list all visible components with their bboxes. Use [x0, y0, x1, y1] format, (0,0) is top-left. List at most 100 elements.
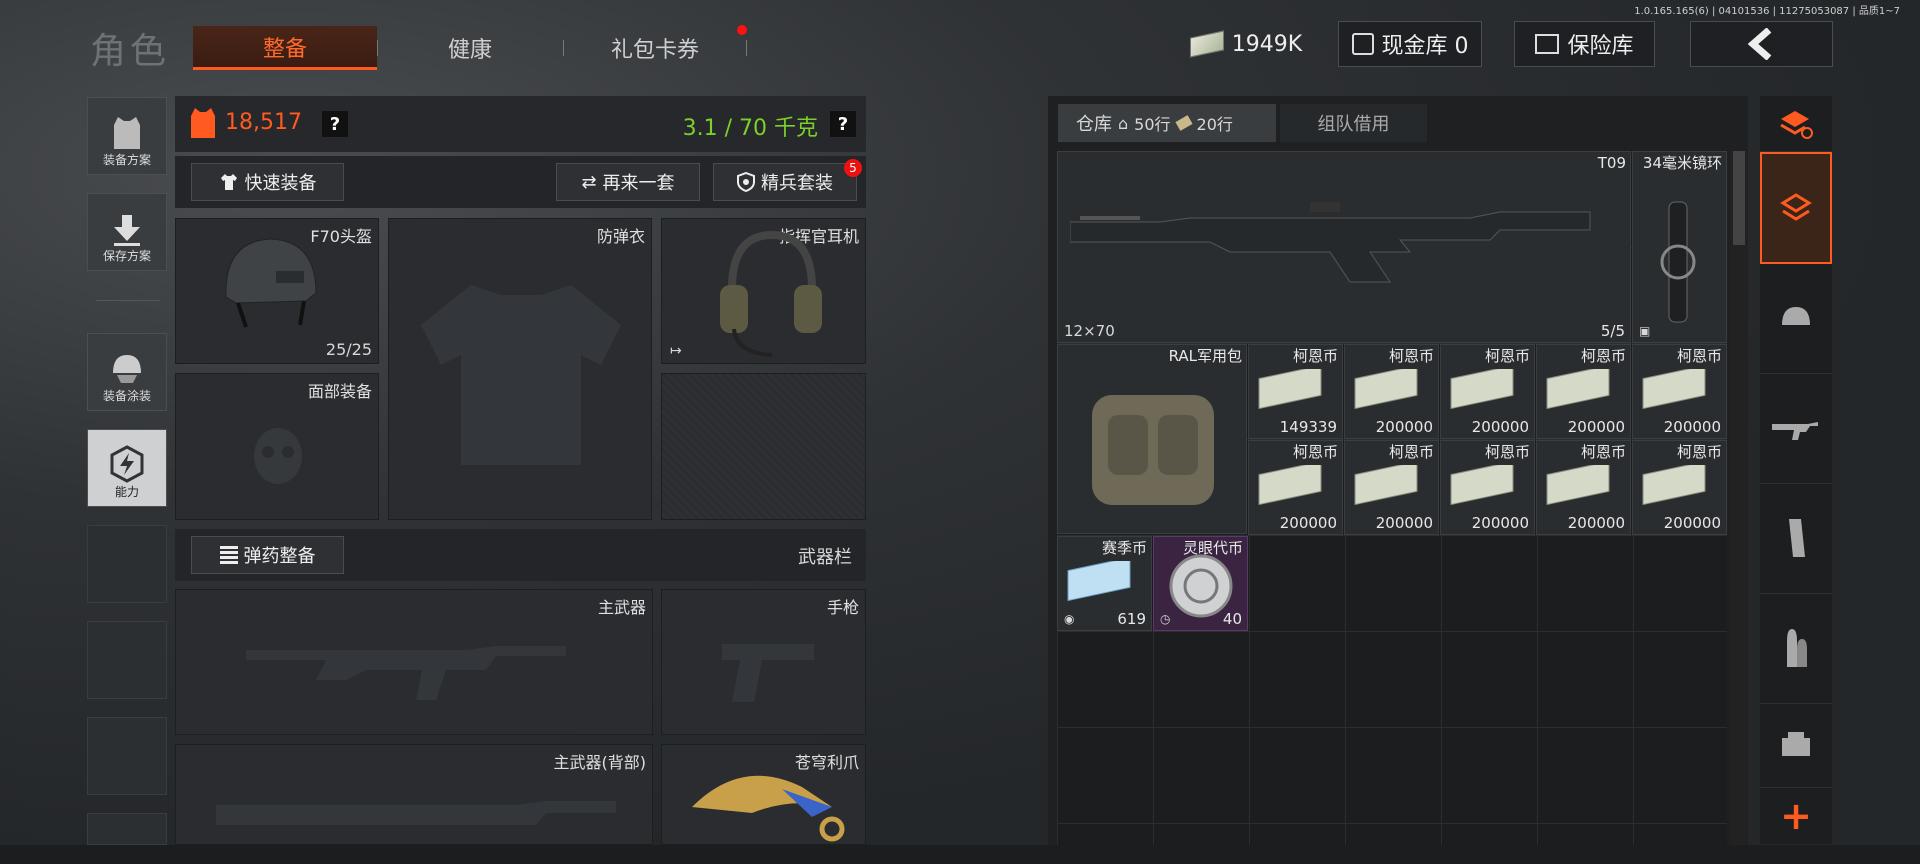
elite-badge: 5	[844, 159, 862, 177]
pistol-slot[interactable]: 手枪	[661, 589, 866, 735]
token-item[interactable]: 灵眼代币 ◷ 40	[1153, 536, 1248, 631]
season-coin-item[interactable]: 赛季币 ◉ 619	[1057, 536, 1152, 631]
tab-divider	[377, 40, 378, 56]
weapons-label: 武器栏	[798, 547, 852, 568]
slot-label: 主武器	[597, 598, 646, 617]
backpack-item[interactable]: RAL军用包	[1057, 344, 1247, 534]
nav-label: 保存方案	[102, 249, 151, 263]
inventory-scrollbar[interactable]	[1731, 151, 1747, 845]
cash-stack-icon	[1354, 465, 1418, 506]
money-item[interactable]: 柯恩币 200000	[1344, 344, 1439, 439]
ability-button[interactable]: 能力	[87, 429, 167, 507]
item-name: T09	[1597, 154, 1626, 172]
primary-back-slot[interactable]: 主武器(背部)	[175, 744, 653, 845]
weight-help-button[interactable]: ?	[830, 111, 856, 137]
layers-refresh-icon	[1780, 110, 1813, 139]
empty-slot	[87, 525, 167, 603]
again-label: 再来一套	[602, 173, 675, 194]
tab-gift[interactable]: 礼包卡券	[566, 26, 744, 70]
money-item[interactable]: 柯恩币 200000	[1440, 344, 1535, 439]
money-item[interactable]: 柯恩币 200000	[1632, 344, 1727, 439]
bottom-bar	[0, 845, 1920, 864]
scroll-thumb[interactable]	[1733, 151, 1745, 245]
warehouse-label: 仓库	[1076, 114, 1112, 135]
back-button[interactable]	[1690, 21, 1833, 67]
slot-label: 手枪	[826, 598, 859, 617]
filter-attachment-button[interactable]	[1760, 704, 1832, 788]
cash-stack-icon	[1546, 465, 1610, 506]
item-name: 柯恩币	[1484, 443, 1530, 461]
pistol-placeholder-icon	[722, 644, 814, 702]
face-slot[interactable]: 面部装备	[175, 373, 379, 520]
scope-ring-item[interactable]: 34毫米镜环 ▣	[1632, 151, 1727, 343]
plus-icon: +	[1780, 794, 1812, 838]
slot-label: 主武器(背部)	[553, 753, 647, 772]
cash-vault-label: 现金库 0	[1381, 34, 1469, 59]
empty-equip-slot	[661, 373, 866, 520]
tab-health[interactable]: 健康	[380, 26, 560, 70]
value-help-button[interactable]: ?	[322, 111, 348, 137]
sort-button[interactable]	[1760, 96, 1832, 152]
team-borrow-tab[interactable]: 组队借用	[1280, 104, 1427, 142]
quick-equip-button[interactable]: 快速装备	[191, 163, 344, 201]
cash-stack-icon	[1258, 369, 1322, 410]
loadout-value: 18,517	[225, 110, 302, 135]
build-info: 1.0.165.165(6) | 04101536 | 11275053087 …	[1634, 6, 1900, 17]
mask-placeholder-icon	[254, 428, 302, 484]
currency-display: 1949K	[1186, 21, 1306, 67]
money-item[interactable]: 柯恩币 200000	[1248, 440, 1343, 535]
again-button[interactable]: ⇄ 再来一套	[556, 163, 700, 201]
cash-stack-icon	[1354, 369, 1418, 410]
gun-count: 5/5	[1600, 322, 1625, 340]
nav-label: 装备涂装	[102, 389, 151, 403]
item-name: 柯恩币	[1676, 347, 1722, 365]
rifle-back-placeholder-icon	[216, 801, 616, 825]
ammo-prep-label: 弹药整备	[243, 546, 316, 567]
rows2-count: 20行	[1196, 115, 1233, 134]
money-item[interactable]: 柯恩币 149339	[1248, 344, 1343, 439]
money-item[interactable]: 柯恩币 200000	[1632, 440, 1727, 535]
headset-slot[interactable]: 指挥官耳机 ↦	[661, 218, 866, 364]
filter-gear-button[interactable]	[1760, 264, 1832, 374]
melee-slot[interactable]: 苍穹利爪	[661, 744, 866, 845]
money-item[interactable]: 柯恩币 200000	[1536, 440, 1631, 535]
loadout-summary-bar: 18,517 ? 3.1 / 70 千克 ?	[175, 96, 866, 152]
item-count: 40	[1222, 610, 1242, 628]
armor-placeholder-icon	[421, 285, 621, 465]
item-count: 200000	[1663, 418, 1721, 436]
vault-icon	[1351, 33, 1374, 55]
armor-slot[interactable]: 防弹衣	[388, 218, 652, 520]
item-name: 柯恩币	[1388, 347, 1434, 365]
all-items-icon	[1780, 193, 1812, 221]
filter-ammo-button[interactable]	[1760, 594, 1832, 704]
loadout-plan-button[interactable]: 装备方案	[87, 97, 167, 175]
paint-button[interactable]: 装备涂装	[87, 333, 167, 411]
helmet-slot[interactable]: F70头盔 25/25	[175, 218, 379, 364]
filter-magazine-button[interactable]	[1760, 484, 1832, 594]
item-name: 柯恩币	[1676, 443, 1722, 461]
helmet-paint-icon	[113, 355, 141, 383]
weapon-bar: 弹药整备 武器栏	[175, 529, 866, 581]
item-name: 柯恩币	[1292, 443, 1338, 461]
tab-equip[interactable]: 整备	[193, 26, 377, 70]
gun-item[interactable]: T09 12×70 5/5	[1057, 151, 1631, 343]
filter-all-button[interactable]	[1760, 152, 1832, 264]
add-filter-button[interactable]: +	[1760, 788, 1832, 844]
money-item[interactable]: 柯恩币 200000	[1440, 440, 1535, 535]
elite-label: 精兵套装	[761, 173, 833, 194]
elite-set-button[interactable]: 精兵套装	[713, 163, 857, 201]
primary-weapon-slot[interactable]: 主武器	[175, 589, 653, 735]
warehouse-tab[interactable]: 仓库 ⌂ 50行 20行	[1058, 104, 1276, 142]
item-count: 200000	[1471, 514, 1529, 532]
item-name: 34毫米镜环	[1642, 154, 1722, 172]
filter-weapon-button[interactable]	[1760, 374, 1832, 484]
shotgun-icon	[1070, 202, 1591, 283]
ammo-prep-button[interactable]: 弹药整备	[191, 536, 344, 574]
money-item[interactable]: 柯恩币 200000	[1344, 440, 1439, 535]
safe-button[interactable]: 保险库	[1514, 21, 1655, 67]
cash-vault-button[interactable]: 现金库 0	[1338, 21, 1482, 67]
scope-icon	[1660, 201, 1696, 323]
money-item[interactable]: 柯恩币 200000	[1536, 344, 1631, 439]
vest-value-icon	[191, 108, 215, 138]
save-plan-button[interactable]: 保存方案	[87, 193, 167, 271]
